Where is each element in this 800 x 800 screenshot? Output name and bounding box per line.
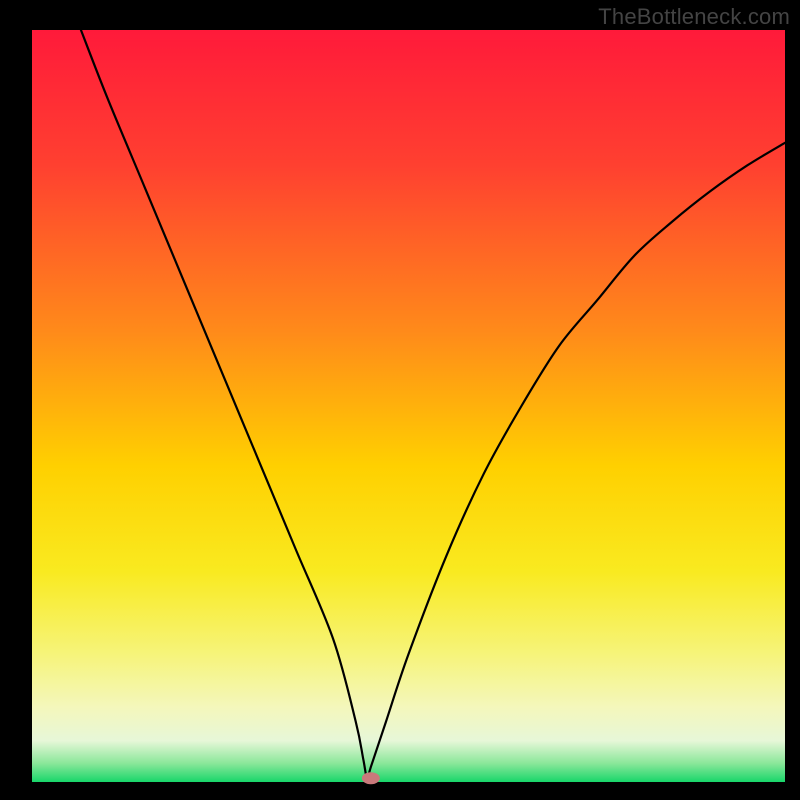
plot-background	[32, 30, 785, 782]
bottleneck-chart	[0, 0, 800, 800]
chart-frame: TheBottleneck.com	[0, 0, 800, 800]
watermark-text: TheBottleneck.com	[598, 4, 790, 30]
minimum-marker	[362, 772, 380, 784]
